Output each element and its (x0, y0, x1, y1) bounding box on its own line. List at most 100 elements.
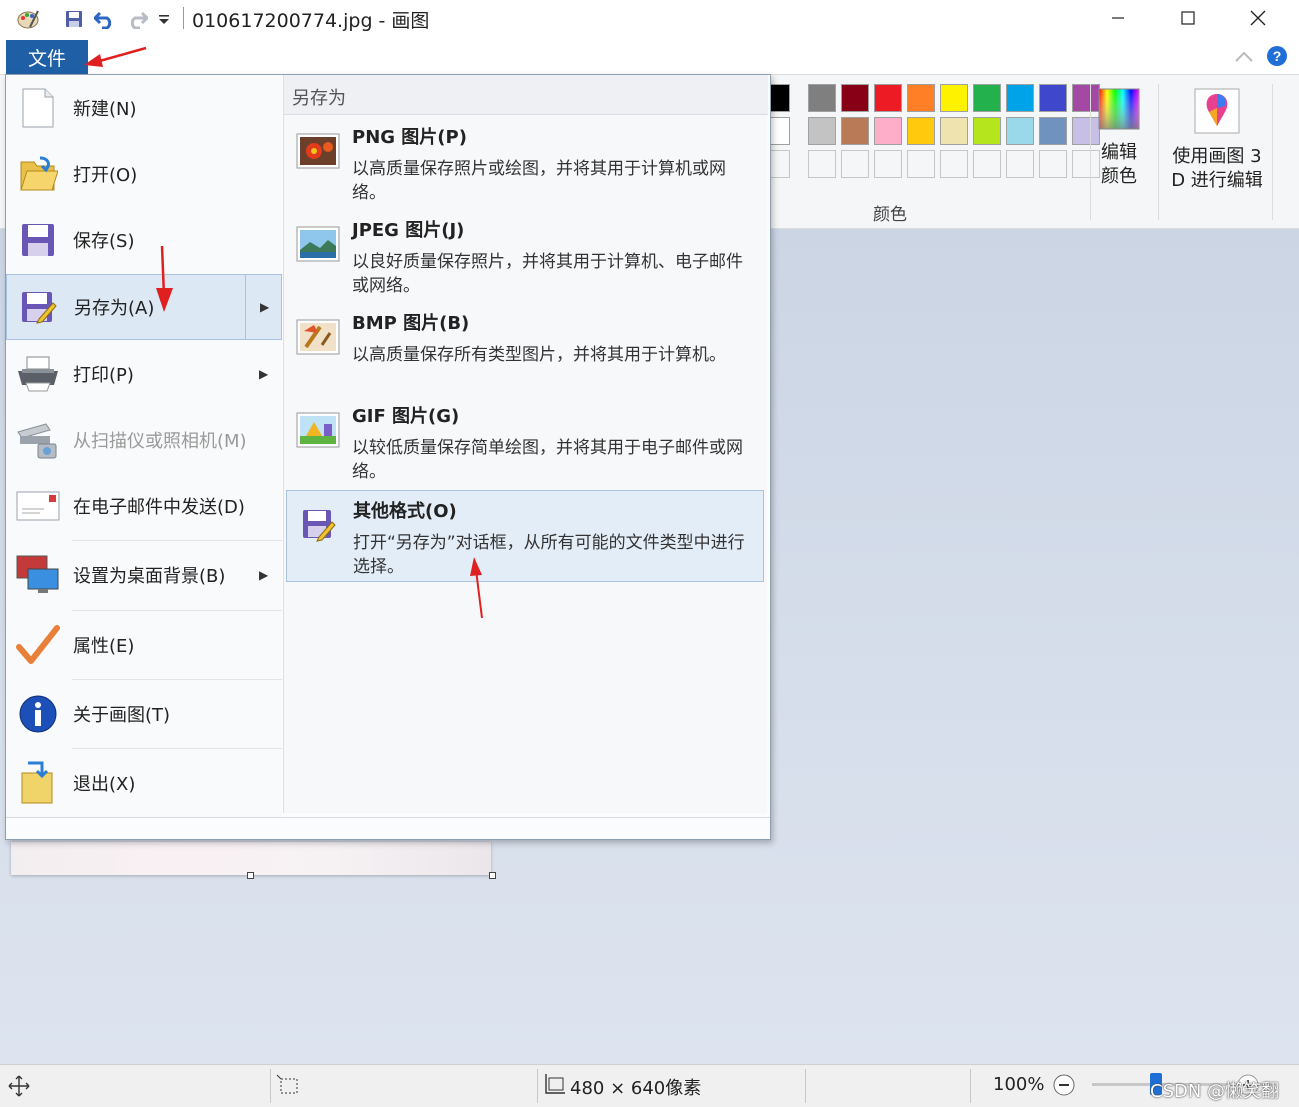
file-tab[interactable]: 文件 (6, 40, 88, 74)
save-as-jpeg-title: JPEG 图片(J) (352, 220, 465, 241)
edit-colors-label: 编辑 颜色 (1101, 142, 1137, 187)
menu-item-label: 退出(X) (73, 774, 136, 795)
color-swatch[interactable] (808, 84, 836, 112)
color-swatch[interactable] (973, 117, 1001, 145)
menu-item-label: 另存为(A) (74, 298, 155, 319)
save-as-gif[interactable]: GIF 图片(G) 以较低质量保存简单绘图，并将其用于电子邮件或网络。 (286, 396, 764, 488)
customize-toolbar-icon[interactable] (154, 6, 174, 32)
custom-color-slot[interactable] (808, 150, 836, 178)
image-canvas[interactable] (11, 842, 491, 875)
custom-color-slot[interactable] (1006, 150, 1034, 178)
submenu-arrow-icon: ▶ (259, 568, 269, 582)
new-document-icon (16, 86, 60, 130)
status-separator (970, 1069, 971, 1103)
help-icon[interactable]: ? (1266, 45, 1288, 72)
menu-item-label: 新建(N) (73, 99, 137, 120)
custom-color-slot[interactable] (841, 150, 869, 178)
menu-item-label: 属性(E) (73, 636, 135, 657)
redo-icon[interactable] (124, 6, 150, 32)
desktop-background-icon (16, 553, 60, 597)
color-swatch[interactable] (907, 117, 935, 145)
ribbon-separator (1158, 84, 1159, 220)
collapse-ribbon-icon[interactable] (1234, 48, 1254, 69)
save-as-png-title: PNG 图片(P) (352, 127, 467, 148)
save-as-gif-title: GIF 图片(G) (352, 406, 460, 427)
close-button[interactable] (1223, 0, 1293, 36)
color-swatch[interactable] (770, 117, 790, 145)
menu-item-label: 打印(P) (73, 365, 134, 386)
color-swatch[interactable] (940, 117, 968, 145)
resize-handle[interactable] (247, 872, 254, 879)
custom-color-slot[interactable] (874, 150, 902, 178)
custom-color-slot[interactable] (973, 150, 1001, 178)
color-swatch[interactable] (874, 84, 902, 112)
menu-item-set-desktop[interactable]: 设置为桌面背景(B) ▶ (6, 541, 282, 609)
watermark-text: CSDN @懒笑翻 (1150, 1081, 1280, 1102)
color-swatch[interactable] (1006, 117, 1034, 145)
menu-item-save-as[interactable]: 另存为(A) ▶ (6, 274, 282, 340)
save-as-bmp-desc: 以高质量保存所有类型图片，并将其用于计算机。 (352, 345, 726, 365)
zoom-out-button[interactable] (1052, 1073, 1076, 1102)
save-as-bmp[interactable]: BMP 图片(B) 以高质量保存所有类型图片，并将其用于计算机。 (286, 303, 764, 395)
maximize-button[interactable] (1153, 0, 1223, 36)
checkmark-icon (16, 623, 60, 667)
custom-color-slot[interactable] (770, 150, 790, 178)
menu-item-about[interactable]: 关于画图(T) (6, 680, 282, 748)
save-as-gif-desc: 以较低质量保存简单绘图，并将其用于电子邮件或网络。 (352, 438, 743, 482)
color-swatch[interactable] (808, 117, 836, 145)
custom-color-slot[interactable] (1039, 150, 1067, 178)
split-divider (245, 275, 246, 339)
menu-item-send-email[interactable]: 在电子邮件中发送(D) (6, 473, 282, 539)
menu-item-scanner: 从扫描仪或照相机(M) (6, 407, 282, 473)
exit-folder-icon (16, 761, 60, 805)
jpeg-image-icon (295, 224, 341, 264)
ribbon-separator (1272, 84, 1273, 220)
info-icon (16, 692, 60, 736)
color-swatch[interactable] (1039, 84, 1067, 112)
printer-icon (16, 352, 60, 396)
save-as-other-formats[interactable]: 其他格式(O) 打开“另存为”对话框，从所有可能的文件类型中进行选择。 (286, 490, 764, 582)
menu-item-label: 在电子邮件中发送(D) (73, 497, 245, 518)
menu-item-print[interactable]: 打印(P) ▶ (6, 341, 282, 407)
color-spectrum-icon (1098, 88, 1140, 130)
save-as-png[interactable]: PNG 图片(P) 以高质量保存照片或绘图，并将其用于计算机或网络。 (286, 117, 764, 209)
menu-item-new[interactable]: 新建(N) (6, 75, 282, 141)
custom-color-slot[interactable] (907, 150, 935, 178)
color-swatch[interactable] (841, 117, 869, 145)
resize-handle[interactable] (489, 872, 496, 879)
submenu-arrow-icon[interactable]: ▶ (260, 300, 269, 314)
edit-colors-button[interactable]: 编辑 颜色 (1094, 88, 1144, 189)
menu-item-open[interactable]: 打开(O) (6, 141, 282, 207)
menu-item-save[interactable]: 保存(S) (6, 207, 282, 273)
minimize-button[interactable] (1083, 0, 1153, 36)
menu-item-label: 保存(S) (73, 231, 135, 252)
color-swatch[interactable] (973, 84, 1001, 112)
bmp-image-icon (295, 317, 341, 357)
custom-color-slot[interactable] (940, 150, 968, 178)
save-as-jpeg[interactable]: JPEG 图片(J) 以良好质量保存照片，并将其用于计算机、电子邮件或网络。 (286, 210, 764, 302)
color-swatch[interactable] (841, 84, 869, 112)
save-as-png-desc: 以高质量保存照片或绘图，并将其用于计算机或网络。 (352, 159, 726, 203)
undo-icon[interactable] (92, 6, 118, 32)
color-swatch[interactable] (770, 84, 790, 112)
color-swatch[interactable] (940, 84, 968, 112)
color-swatch[interactable] (1039, 117, 1067, 145)
image-size-icon (542, 1073, 566, 1102)
minimize-icon (1112, 17, 1124, 19)
submenu-header: 另存为 (284, 75, 768, 115)
color-swatch[interactable] (874, 117, 902, 145)
png-image-icon (295, 131, 341, 171)
email-envelope-icon (16, 484, 60, 528)
scanner-camera-icon (16, 418, 60, 462)
paint-app-icon[interactable] (14, 6, 42, 32)
menu-item-exit[interactable]: 退出(X) (6, 749, 282, 817)
svg-text:?: ? (1273, 48, 1282, 64)
menu-item-properties[interactable]: 属性(E) (6, 611, 282, 679)
save-as-other-icon (296, 505, 342, 545)
color-swatch[interactable] (1006, 84, 1034, 112)
zoom-level: 100% (993, 1074, 1045, 1095)
quick-save-icon[interactable] (62, 6, 86, 32)
edit-with-paint3d-button[interactable]: 使用画图 3 D 进行编辑 (1162, 88, 1272, 193)
color-swatch[interactable] (907, 84, 935, 112)
selection-size-icon (276, 1074, 300, 1101)
